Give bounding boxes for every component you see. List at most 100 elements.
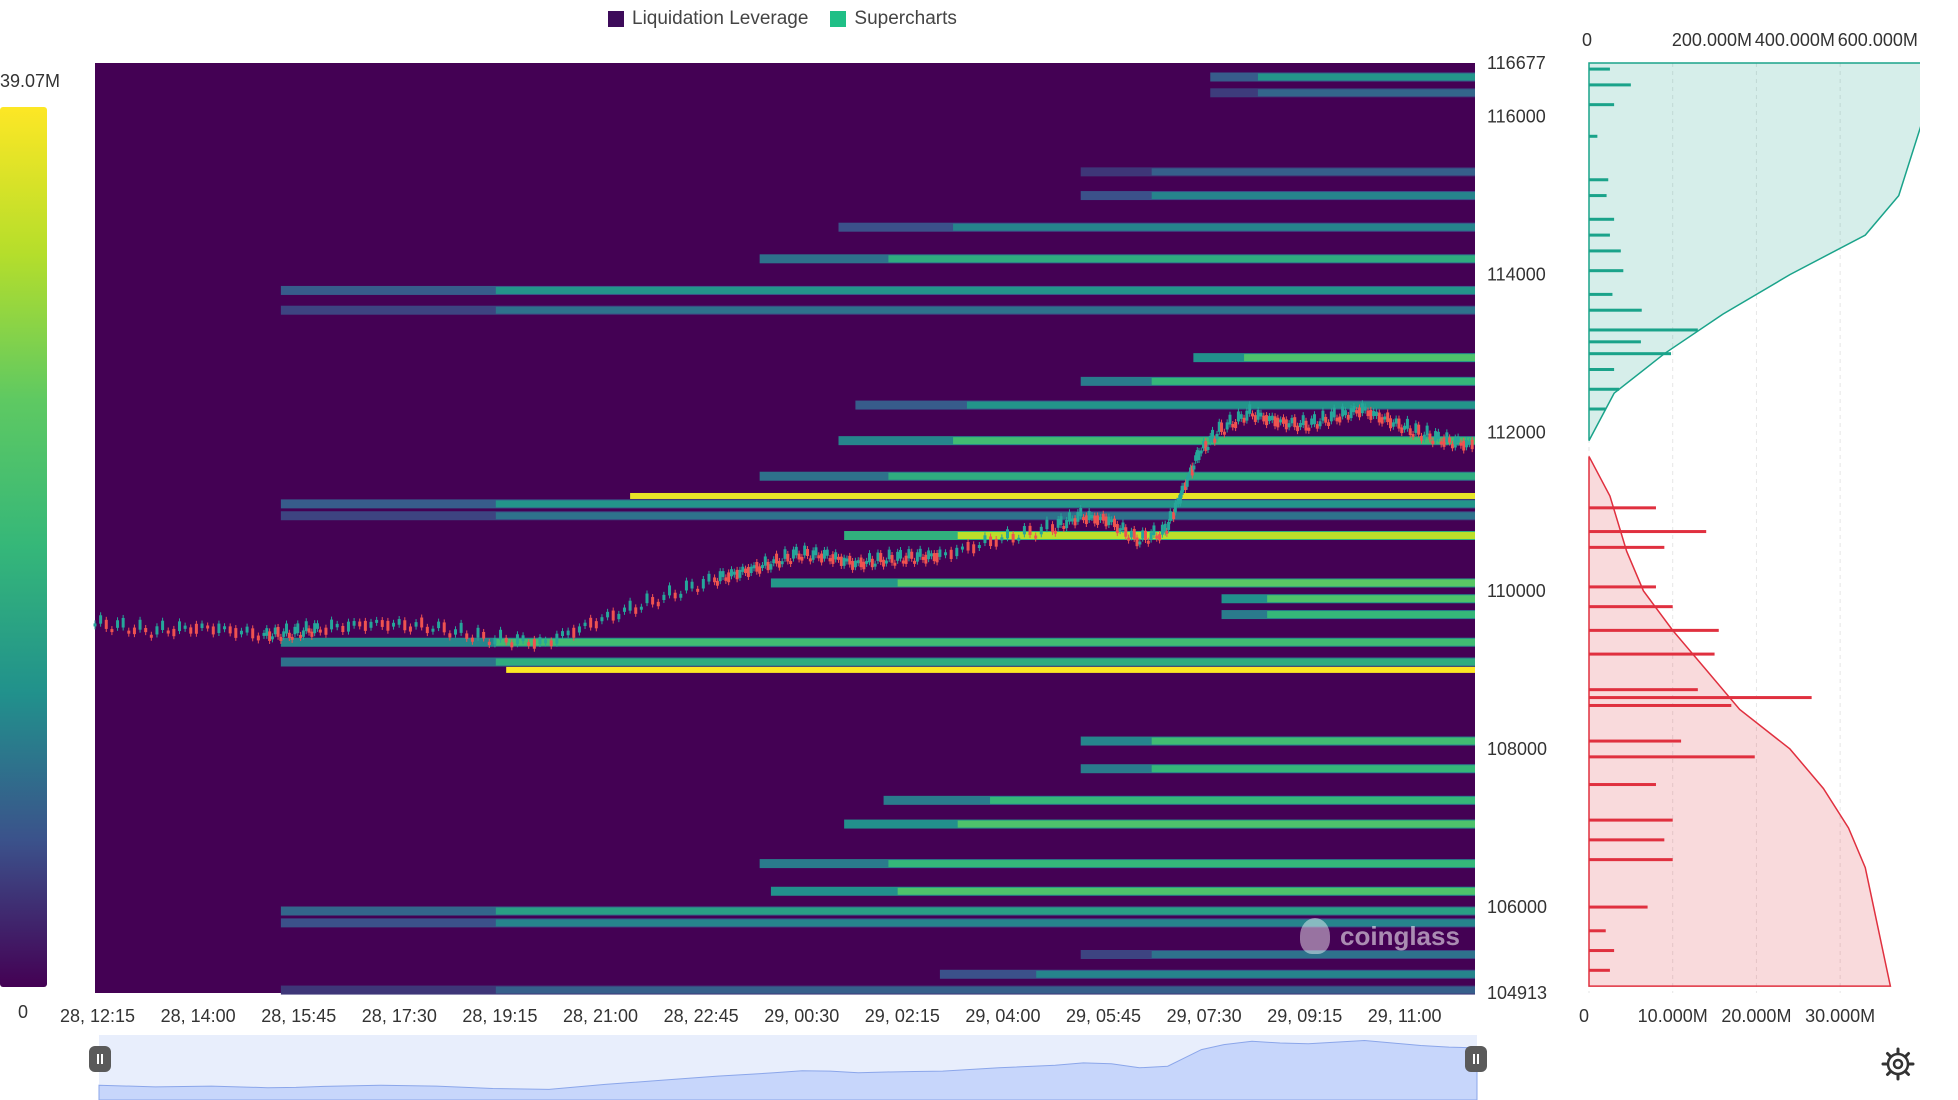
price-candle xyxy=(1366,410,1370,417)
price-candle xyxy=(200,623,204,629)
price-candle xyxy=(1453,437,1457,448)
price-candle xyxy=(1110,519,1114,523)
price-candle xyxy=(239,630,243,635)
price-candle xyxy=(566,630,570,636)
price-candle xyxy=(1079,507,1083,517)
price-candle xyxy=(1141,530,1145,539)
price-candle xyxy=(1467,441,1471,445)
long-liquidation-bar xyxy=(1589,652,1715,656)
price-candle xyxy=(898,550,902,559)
price-candle xyxy=(470,637,474,642)
range-slider-right-handle[interactable] xyxy=(1465,1046,1487,1072)
price-candle xyxy=(1465,439,1469,448)
price-candle xyxy=(1262,415,1266,422)
price-candle xyxy=(1259,412,1263,417)
price-candle xyxy=(1115,524,1119,534)
price-candle xyxy=(1034,535,1038,539)
price-candle xyxy=(299,634,303,638)
price-candle xyxy=(786,553,790,562)
price-candle xyxy=(521,635,525,642)
price-candle xyxy=(1160,524,1164,535)
heatmap-band-core xyxy=(495,986,1475,994)
price-candle xyxy=(662,594,666,601)
price-candle xyxy=(549,640,553,647)
price-candle xyxy=(594,621,598,629)
x-tick-label: 29, 05:45 xyxy=(1066,1006,1141,1026)
price-candle xyxy=(1414,423,1418,433)
price-candle xyxy=(1206,446,1210,450)
price-candle xyxy=(234,628,238,638)
price-candle xyxy=(1107,516,1111,526)
short-liquidation-bar xyxy=(1589,340,1641,344)
short-liquidation-bar xyxy=(1589,367,1615,371)
price-candle xyxy=(245,626,249,633)
heatmap-band-core xyxy=(495,306,1475,314)
profile-top-tick-label: 600.000M xyxy=(1838,30,1918,50)
price-candle xyxy=(183,625,187,629)
price-candle xyxy=(1301,415,1305,426)
long-liquidation-bar xyxy=(1589,605,1673,609)
price-candle xyxy=(1225,422,1229,430)
price-candle xyxy=(1045,519,1049,530)
price-candle xyxy=(1279,419,1283,423)
price-candle xyxy=(955,547,959,557)
price-candle xyxy=(879,553,883,563)
price-candle xyxy=(1363,406,1367,411)
settings-gear-button[interactable] xyxy=(1880,1046,1916,1082)
price-candle xyxy=(1346,414,1350,420)
price-candle xyxy=(1211,429,1215,440)
heatmap-band-core xyxy=(1267,611,1475,619)
profile-bottom-tick-label: 0 xyxy=(1579,1006,1589,1026)
heatmap-band-core xyxy=(495,658,1475,666)
y-tick-label: 106000 xyxy=(1487,897,1547,917)
price-candle xyxy=(161,620,165,630)
price-candle xyxy=(856,560,860,564)
price-candle xyxy=(913,560,917,564)
price-candle xyxy=(127,630,131,634)
price-candle xyxy=(453,629,457,635)
price-candle xyxy=(763,556,767,566)
price-candle xyxy=(425,626,429,634)
price-candle xyxy=(870,558,874,568)
price-candle xyxy=(1341,406,1345,417)
price-candle xyxy=(673,592,677,599)
price-candle xyxy=(1450,443,1454,449)
price-candle xyxy=(921,556,925,560)
price-candle xyxy=(1185,477,1189,487)
price-candle xyxy=(1310,418,1314,425)
price-candle xyxy=(262,632,266,636)
range-slider-left-handle[interactable] xyxy=(89,1046,111,1072)
price-candle xyxy=(1434,431,1438,441)
price-candle xyxy=(138,619,142,630)
price-candle xyxy=(256,635,260,641)
price-candle xyxy=(1439,441,1443,445)
price-candle xyxy=(634,607,638,614)
price-candle xyxy=(744,568,748,574)
price-candle xyxy=(1067,512,1071,522)
price-candle xyxy=(217,623,221,634)
price-candle xyxy=(1022,526,1026,535)
price-candle xyxy=(1178,493,1182,504)
heatmap-band-core xyxy=(1036,970,1475,978)
price-candle xyxy=(622,607,626,612)
price-candle xyxy=(1281,417,1285,424)
price-candle xyxy=(837,556,841,560)
price-candle xyxy=(369,621,373,628)
price-candle xyxy=(1146,540,1150,544)
price-candle xyxy=(110,629,114,633)
price-candle xyxy=(1391,422,1395,427)
price-candle xyxy=(1400,427,1404,434)
heatmap-band-core xyxy=(1151,192,1475,200)
price-candle xyxy=(800,556,804,561)
price-candle xyxy=(1459,442,1463,446)
price-candle xyxy=(1165,530,1169,534)
price-candle xyxy=(251,628,255,639)
price-candle xyxy=(1082,517,1086,521)
price-candle xyxy=(910,551,914,559)
price-candle xyxy=(408,626,412,632)
price-candle xyxy=(727,572,731,583)
price-candle xyxy=(1132,528,1136,539)
x-tick-label: 29, 04:00 xyxy=(965,1006,1040,1026)
price-candle xyxy=(223,626,227,630)
short-liquidation-bar xyxy=(1589,134,1598,138)
